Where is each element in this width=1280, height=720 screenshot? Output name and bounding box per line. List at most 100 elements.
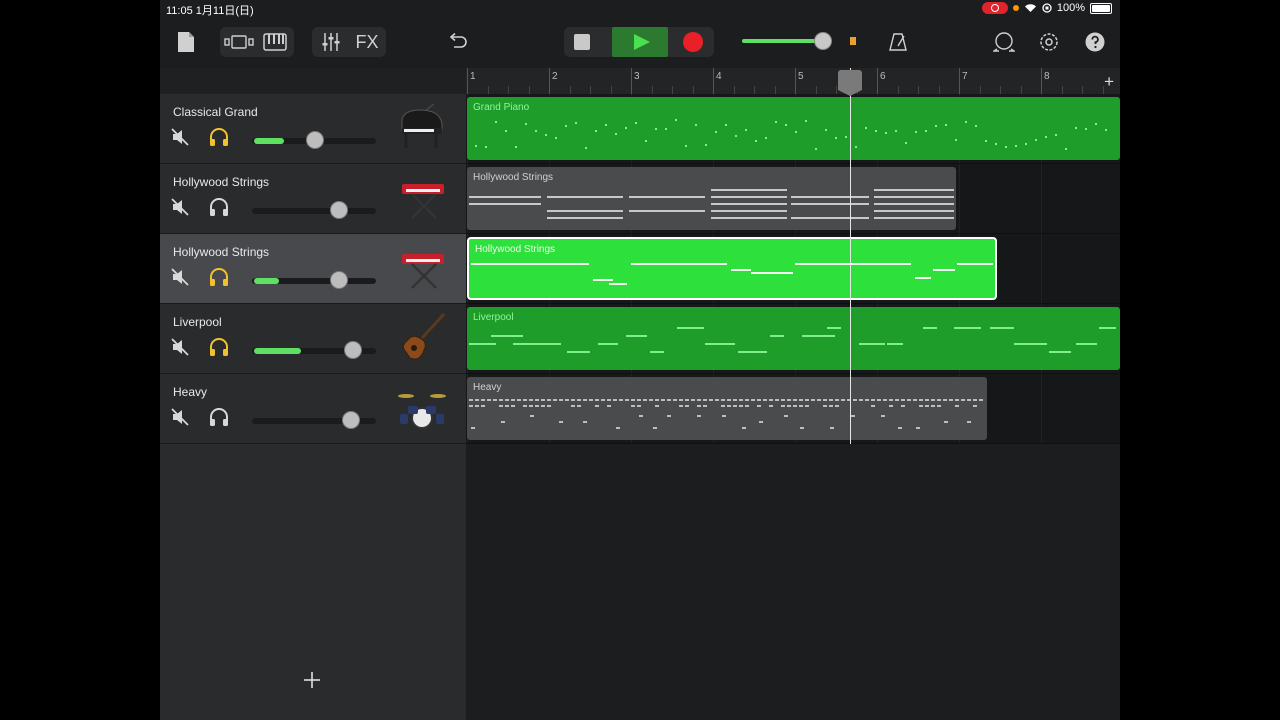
mute-icon[interactable] [170,337,190,357]
track-lane[interactable]: Hollywood Strings [466,164,1120,234]
beat-tick [1061,86,1063,94]
track-lane[interactable]: Hollywood Strings [466,234,1120,304]
bar-tick [959,68,960,94]
mute-icon[interactable] [170,127,190,147]
master-volume-slider[interactable] [742,32,832,50]
track-volume-knob[interactable] [344,341,363,359]
midi-note [613,399,617,401]
track-header[interactable]: Liverpool [160,304,466,374]
midi-note [823,399,827,401]
midi-note [865,127,867,129]
midi-note [1014,343,1047,345]
metronome-icon[interactable] [884,28,912,56]
region[interactable]: Liverpool [467,307,1120,370]
beat-tick [487,86,489,94]
midi-note [923,327,937,329]
count-in-icon[interactable] [850,37,856,45]
track-volume-knob[interactable] [306,131,324,149]
midi-note [877,399,881,401]
track-header[interactable]: Classical Grand [160,94,466,164]
midi-note [481,399,485,401]
track-volume-knob[interactable] [329,271,348,289]
track-volume-slider[interactable] [252,411,376,429]
playhead-handle[interactable] [838,70,862,96]
beat-tick [897,86,899,94]
region[interactable]: Heavy [467,377,987,440]
help-icon[interactable] [1081,28,1109,56]
midi-note [571,405,575,407]
midi-note [961,399,965,401]
record-icon[interactable] [683,32,703,52]
region[interactable]: Hollywood Strings [467,237,997,300]
track-volume-knob[interactable] [329,201,348,219]
midi-note [697,405,701,407]
midi-note [937,399,941,401]
midi-note [731,269,751,271]
tracks-timeline[interactable]: + 1 2 3 4 5 6 7 8 Grand Piano Hollywood Strings H… [466,68,1120,720]
track-lane[interactable]: Grand Piano [466,94,1120,164]
track-volume-slider[interactable] [252,201,376,219]
fx-button[interactable]: FX [350,27,384,57]
solo-headphones-icon[interactable] [208,197,230,217]
midi-note [916,427,920,429]
mute-icon[interactable] [170,407,190,427]
beat-tick [918,86,919,94]
solo-headphones-icon[interactable] [208,407,230,427]
add-track-button[interactable] [300,668,324,692]
solo-headphones-icon[interactable] [208,127,230,147]
bass-guitar-icon[interactable] [396,312,448,364]
browser-icon[interactable] [222,27,256,57]
track-volume-slider[interactable] [252,271,376,289]
undo-icon[interactable] [444,28,472,56]
keyboard-icon[interactable] [260,27,290,57]
track-header[interactable]: Heavy [160,374,466,444]
solo-headphones-icon[interactable] [208,267,230,287]
midi-note [585,147,587,149]
midi-note [791,196,869,198]
track-header[interactable]: Hollywood Strings [160,164,466,234]
midi-note [793,399,797,401]
toolbar: FX [160,18,1120,68]
midi-note [787,405,791,407]
grand-piano-icon[interactable] [396,102,448,154]
track-lane[interactable]: Liverpool [466,304,1120,374]
midi-note [759,421,763,423]
stop-icon[interactable] [574,34,590,50]
region[interactable]: Hollywood Strings [467,167,956,230]
add-section-button[interactable]: + [1104,72,1114,92]
track-volume-slider[interactable] [252,131,376,149]
keyboard-stand-icon[interactable] [396,172,448,224]
midi-note [745,405,749,407]
loop-icon[interactable] [990,28,1018,56]
master-volume-knob[interactable] [814,32,832,50]
midi-note [515,146,517,148]
track-volume-knob[interactable] [341,411,360,429]
mute-icon[interactable] [170,197,190,217]
bar-ruler[interactable]: + 1 2 3 4 5 6 7 8 [466,68,1120,94]
region[interactable]: Grand Piano [467,97,1120,160]
midi-note [1075,127,1077,129]
my-songs-icon[interactable] [172,28,200,56]
midi-note [925,399,929,401]
settings-icon[interactable] [1035,28,1063,56]
midi-note [645,140,647,142]
drum-kit-icon[interactable] [396,382,448,434]
playhead[interactable] [850,68,851,444]
midi-note [1049,351,1071,353]
beat-tick [528,86,530,94]
midi-note [637,399,641,401]
mixer-icon[interactable] [316,27,346,57]
keyboard-stand-icon[interactable] [396,242,448,294]
master-volume-fill [742,39,820,43]
track-lane[interactable]: Heavy [466,374,1120,444]
mute-icon[interactable] [170,267,190,287]
midi-note [874,196,954,198]
midi-note [805,405,809,407]
midi-note [955,399,959,401]
midi-note [505,405,509,407]
track-header[interactable]: Hollywood Strings [160,234,466,304]
track-volume-slider[interactable] [252,341,376,359]
solo-headphones-icon[interactable] [208,337,230,357]
play-icon[interactable] [612,27,668,57]
region-label: Hollywood Strings [475,244,556,255]
